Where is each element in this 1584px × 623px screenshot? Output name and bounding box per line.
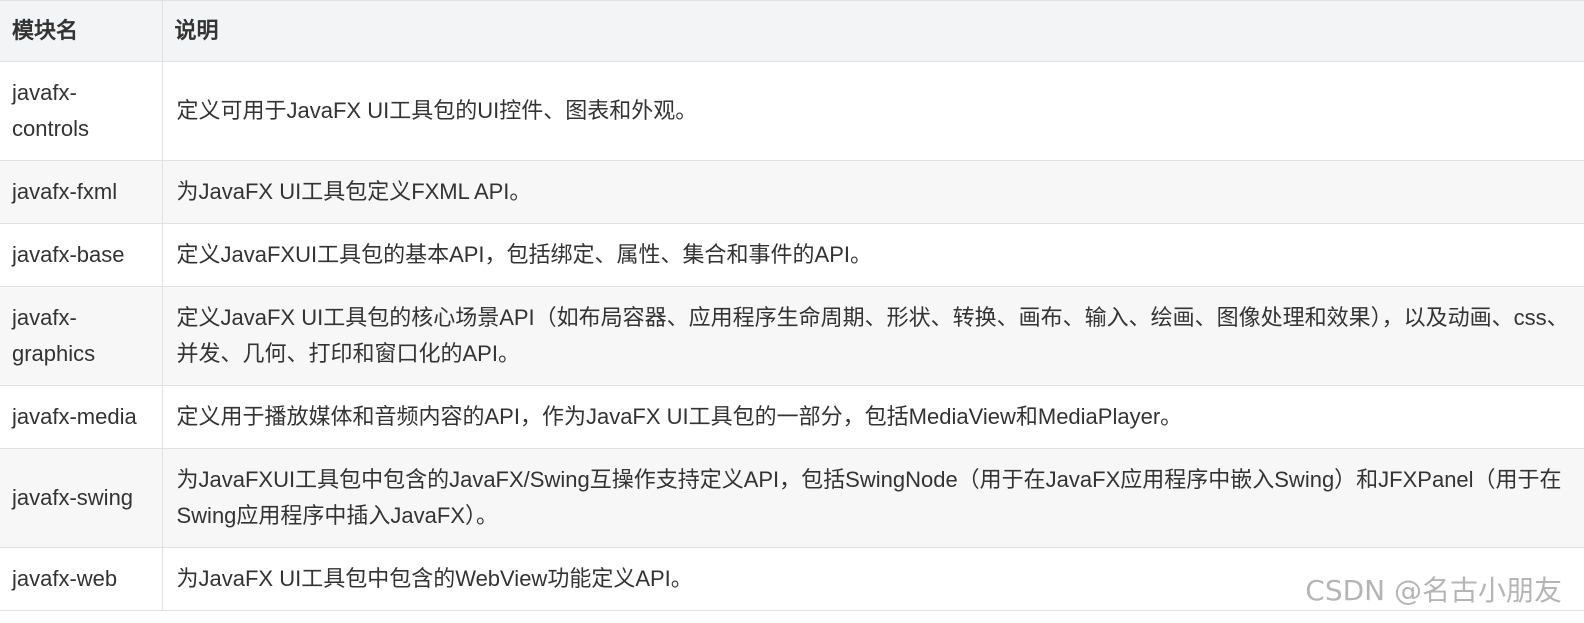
module-name: javafx-swing xyxy=(12,485,134,510)
description-cell: 定义可用于JavaFX UI工具包的UI控件、图表和外观。 xyxy=(161,61,1584,161)
description-cell: 为JavaFXUI工具包中包含的JavaFX/Swing互操作支持定义API，包… xyxy=(161,448,1584,548)
table-row: javafx-base 定义JavaFXUI工具包的基本API，包括绑定、属性、… xyxy=(0,223,1584,287)
module-name-cell: javafx-web xyxy=(0,547,162,611)
module-description: 定义JavaFX UI工具包的核心场景API（如布局容器、应用程序生命周期、形状… xyxy=(176,305,1569,366)
module-name: javafx-fxml xyxy=(12,179,118,204)
table-row: javafx-media 定义用于播放媒体和音频内容的API，作为JavaFX … xyxy=(0,385,1584,449)
module-name: javafx-base xyxy=(12,242,125,267)
description-cell: 定义用于播放媒体和音频内容的API，作为JavaFX UI工具包的一部分，包括M… xyxy=(161,385,1584,449)
header-module-name: 模块名 xyxy=(0,0,162,62)
module-name-cell: javafx- graphics xyxy=(0,286,162,386)
table-row: javafx-fxml 为JavaFX UI工具包定义FXML API。 xyxy=(0,160,1584,224)
table-row: javafx- graphics 定义JavaFX UI工具包的核心场景API（… xyxy=(0,286,1584,386)
module-description: 定义JavaFXUI工具包的基本API，包括绑定、属性、集合和事件的API。 xyxy=(176,242,873,267)
module-description: 为JavaFX UI工具包定义FXML API。 xyxy=(176,179,532,204)
module-description: 定义可用于JavaFX UI工具包的UI控件、图表和外观。 xyxy=(176,98,698,123)
description-cell: 定义JavaFXUI工具包的基本API，包括绑定、属性、集合和事件的API。 xyxy=(161,223,1584,287)
table-row: javafx-swing 为JavaFXUI工具包中包含的JavaFX/Swin… xyxy=(0,448,1584,548)
module-name-cell: javafx-base xyxy=(0,223,162,287)
header-description: 说明 xyxy=(161,0,1584,62)
table-header-row: 模块名 说明 xyxy=(0,0,1584,62)
module-name: javafx- graphics xyxy=(12,305,96,366)
description-cell: 为JavaFX UI工具包定义FXML API。 xyxy=(161,160,1584,224)
module-name-cell: javafx-media xyxy=(0,385,162,449)
module-name: javafx-media xyxy=(12,404,137,429)
module-name: javafx- controls xyxy=(12,80,90,141)
module-description: 为JavaFX UI工具包中包含的WebView功能定义API。 xyxy=(176,566,693,591)
module-name-cell: javafx-swing xyxy=(0,448,162,548)
module-description: 定义用于播放媒体和音频内容的API，作为JavaFX UI工具包的一部分，包括M… xyxy=(176,404,1183,429)
watermark: CSDN @名古小朋友 xyxy=(1305,574,1562,607)
description-cell: 定义JavaFX UI工具包的核心场景API（如布局容器、应用程序生命周期、形状… xyxy=(161,286,1584,386)
module-description: 为JavaFXUI工具包中包含的JavaFX/Swing互操作支持定义API，包… xyxy=(176,467,1562,528)
module-name-cell: javafx- controls xyxy=(0,61,162,161)
module-name-cell: javafx-fxml xyxy=(0,160,162,224)
table-row: javafx- controls 定义可用于JavaFX UI工具包的UI控件、… xyxy=(0,61,1584,161)
module-table: 模块名 说明 javafx- controls 定义可用于JavaFX UI工具… xyxy=(0,0,1584,611)
module-name: javafx-web xyxy=(12,566,118,591)
